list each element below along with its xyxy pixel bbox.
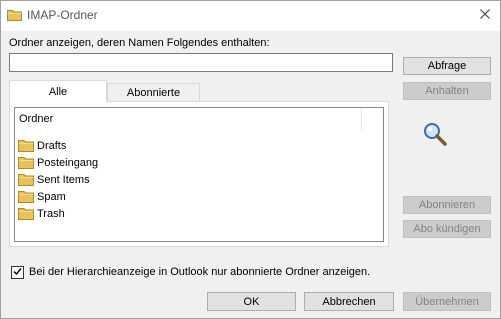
unsubscribe-button[interactable]: Abo kündigen (403, 220, 491, 238)
tab-all[interactable]: Alle (9, 80, 107, 102)
apply-button[interactable]: Übernehmen (403, 292, 491, 311)
list-item-trash[interactable]: Trash (18, 205, 65, 222)
subscribed-only-label[interactable]: Bei der Hierarchieanzeige in Outlook nur… (29, 266, 370, 278)
magnifier-icon (422, 121, 448, 150)
column-header-folder[interactable]: Ordner (15, 108, 362, 130)
list-item-sent-items[interactable]: Sent Items (18, 171, 90, 188)
tab-panel: Ordner Drafts Posteingang Sent Items Spa… (9, 101, 389, 247)
folder-icon (18, 173, 34, 186)
folder-filter-input[interactable] (9, 53, 393, 72)
ok-button[interactable]: OK (207, 292, 296, 311)
folder-icon (18, 190, 34, 203)
list-item-label: Sent Items (37, 173, 90, 186)
folder-icon (18, 156, 34, 169)
list-item-label: Drafts (37, 139, 67, 152)
subscribed-only-checkbox[interactable] (11, 266, 24, 279)
list-item-label: Posteingang (37, 156, 99, 169)
list-item-spam[interactable]: Spam (18, 188, 66, 205)
filter-label: Ordner anzeigen, deren Namen Folgendes e… (9, 37, 270, 49)
close-icon (480, 9, 490, 22)
column-header-label: Ordner (19, 113, 54, 125)
folder-icon (7, 9, 22, 24)
list-item-drafts[interactable]: Drafts (18, 137, 66, 154)
query-button[interactable]: Abfrage (403, 57, 491, 75)
folder-list[interactable]: Ordner Drafts Posteingang Sent Items Spa… (14, 107, 384, 242)
folder-icon (18, 207, 34, 220)
list-item-posteingang[interactable]: Posteingang (18, 154, 98, 171)
stop-button[interactable]: Anhalten (403, 82, 491, 100)
window-title: IMAP-Ordner (27, 8, 98, 22)
cancel-button[interactable]: Abbrechen (304, 292, 394, 311)
list-item-label: Spam (37, 190, 66, 203)
folder-icon (18, 139, 34, 152)
tab-subscribed[interactable]: Abonnierte (107, 83, 200, 101)
title-bar: IMAP-Ordner (0, 0, 501, 31)
close-button[interactable] (469, 0, 501, 31)
list-item-label: Trash (37, 207, 65, 220)
checkmark-icon (13, 267, 22, 279)
subscribe-button[interactable]: Abonnieren (403, 196, 491, 214)
